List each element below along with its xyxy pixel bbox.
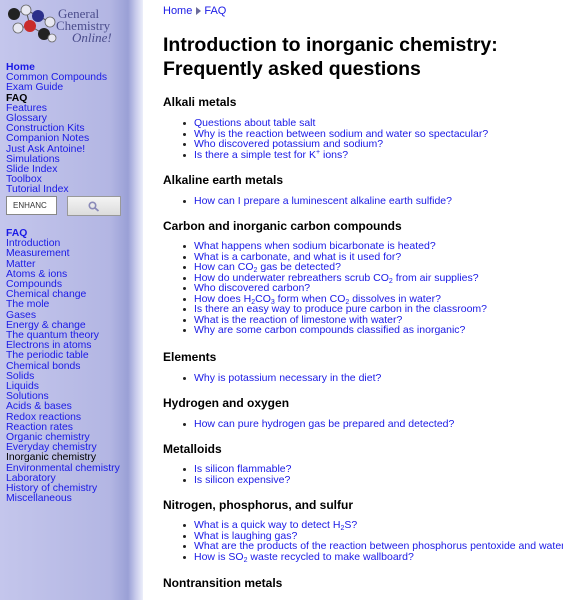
- breadcrumb-faq[interactable]: FAQ: [204, 5, 226, 17]
- section-heading-alkaline-earth-metals: Alkaline earth metals: [163, 173, 284, 187]
- breadcrumb-home[interactable]: Home: [163, 5, 192, 17]
- question-text: How is SO: [194, 550, 244, 563]
- disc-bullet-icon: [183, 153, 186, 157]
- search-input[interactable]: ENHANC: [6, 196, 57, 215]
- page-title: Introduction to inorganic chemistry: Fre…: [163, 34, 498, 80]
- section-heading-nontransition-metals: Nontransition metals: [163, 576, 283, 590]
- disc-bullet-icon: [183, 276, 186, 280]
- disc-bullet-icon: [183, 377, 186, 380]
- question-text: S?: [344, 519, 358, 531]
- disc-bullet-icon: [183, 318, 186, 322]
- disc-bullet-icon: [183, 545, 186, 548]
- search-button[interactable]: [67, 196, 121, 216]
- question-text: Why is potassium necessary in the diet?: [194, 372, 382, 384]
- question-link[interactable]: How is SO2 waste recycled to make wallbo…: [194, 550, 414, 564]
- question-text: How can I prepare a luminescent alkaline…: [194, 195, 452, 207]
- question-text: Is silicon expensive?: [194, 473, 291, 486]
- faq-topic-miscellaneous[interactable]: Miscellaneous: [6, 493, 136, 504]
- question-link[interactable]: How can pure hydrogen gas be prepared an…: [194, 419, 454, 430]
- question-text: Is there a simple test for K: [194, 148, 316, 161]
- disc-bullet-icon: [183, 266, 186, 269]
- nav-item-tutorial-index[interactable]: Tutorial Index: [6, 185, 136, 196]
- sidebar: General Chemistry Online! Home Common Com…: [0, 0, 143, 600]
- section-heading-elements: Elements: [163, 350, 217, 364]
- disc-bullet-icon: [183, 297, 186, 301]
- disc-bullet-icon: [183, 534, 186, 538]
- disc-bullet-icon: [183, 200, 186, 203]
- question-text: Why are some carbon compounds classified…: [194, 324, 466, 336]
- section-heading-carbon-and-inorganic-carbon-compounds: Carbon and inorganic carbon compounds: [163, 219, 402, 233]
- disc-bullet-icon: [183, 245, 186, 248]
- question-text: How can pure hydrogen gas be prepared an…: [194, 418, 455, 430]
- disc-bullet-icon: [183, 122, 186, 125]
- disc-bullet-icon: [183, 524, 186, 527]
- disc-bullet-icon: [183, 143, 186, 146]
- site-logo[interactable]: General Chemistry Online!: [6, 4, 131, 48]
- section-heading-nitrogen-phosphorus-and-sulfur: Nitrogen, phosphorus, and sulfur: [163, 498, 353, 512]
- section-heading-hydrogen-and-oxygen: Hydrogen and oxygen: [163, 396, 290, 410]
- molecule-logo-icon: [8, 4, 57, 43]
- question-link[interactable]: How can I prepare a luminescent alkaline…: [194, 196, 452, 207]
- faq-topic-navigation: FAQ Introduction Measurement Matter Atoms & …: [6, 228, 136, 504]
- logo-text-line3: Online!: [72, 30, 112, 45]
- disc-bullet-icon: [183, 468, 186, 471]
- triangle-right-icon: [196, 7, 202, 16]
- magnifier-icon: [88, 201, 100, 212]
- disc-bullet-icon: [183, 478, 186, 482]
- question-text: waste recycled to make wallboard?: [247, 550, 414, 563]
- breadcrumb: Home FAQ: [163, 5, 226, 17]
- main-navigation: Home Common Compounds Exam Guide FAQ Feature…: [6, 62, 136, 196]
- disc-bullet-icon: [183, 423, 186, 426]
- question-link[interactable]: Why is potassium necessary in the diet?: [194, 373, 381, 384]
- question-text: ions?: [320, 148, 349, 161]
- disc-bullet-icon: [183, 255, 186, 259]
- disc-bullet-icon: [183, 287, 186, 290]
- disc-bullet-icon: [183, 308, 186, 311]
- disc-bullet-icon: [183, 329, 186, 332]
- question-text: from air supplies?: [392, 271, 479, 284]
- question-link[interactable]: Is there a simple test for K+ ions?: [194, 148, 349, 161]
- question-link[interactable]: Why are some carbon compounds classified…: [194, 325, 465, 336]
- section-heading-alkali-metals: Alkali metals: [163, 95, 237, 109]
- disc-bullet-icon: [183, 555, 186, 559]
- question-link[interactable]: Is silicon expensive?: [194, 473, 291, 486]
- section-heading-metalloids: Metalloids: [163, 442, 222, 456]
- disc-bullet-icon: [183, 132, 186, 136]
